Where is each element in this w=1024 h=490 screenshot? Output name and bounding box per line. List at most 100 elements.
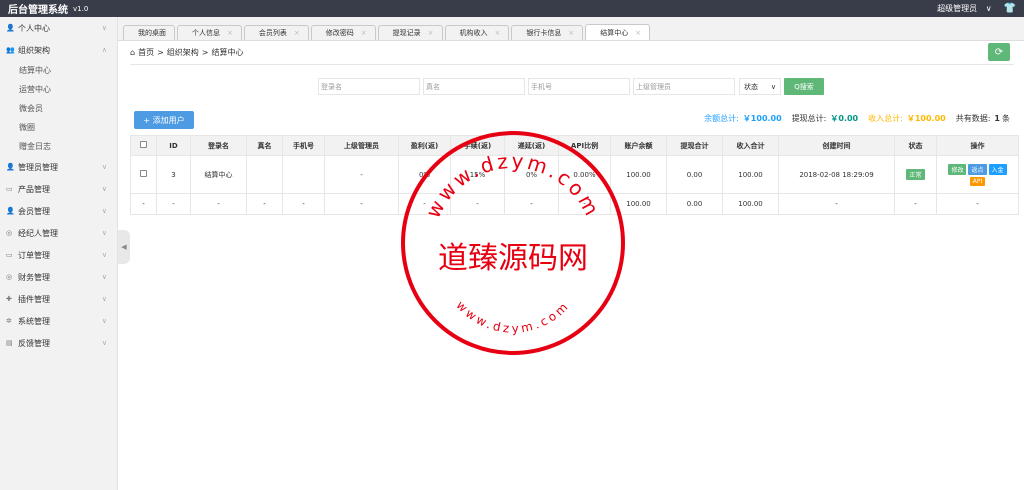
broker-icon: ◎ — [6, 229, 13, 237]
close-icon[interactable]: × — [495, 29, 501, 37]
column-header: 手续(返) — [450, 135, 505, 156]
admin-icon: 👤 — [6, 163, 15, 171]
breadcrumb-current: 结算中心 — [211, 47, 244, 57]
close-icon[interactable]: × — [428, 29, 434, 37]
sidebar-collapse-handle[interactable]: ◀ — [118, 230, 130, 264]
sidebar-subitem-micro-circle[interactable]: 微圈 — [0, 118, 117, 137]
plugin-icon: ✚ — [6, 295, 12, 303]
row-checkbox[interactable] — [140, 170, 147, 177]
summary-cell: - — [894, 193, 937, 215]
summary-cell: - — [558, 193, 611, 215]
tab-change-password[interactable]: 修改密码 × — [310, 25, 376, 40]
summary-cell: - — [504, 193, 559, 215]
sidebar-item-label: 个人中心 — [18, 23, 50, 33]
summary-cell: - — [450, 193, 505, 215]
record-count-value: 1 — [994, 114, 1000, 123]
select-all-checkbox[interactable] — [140, 141, 147, 148]
tab-institution-income[interactable]: 机构收入 × — [444, 25, 510, 40]
column-header: 创建时间 — [778, 135, 895, 156]
balance-total-value: ￥100.00 — [742, 114, 782, 123]
deposit-button[interactable]: 入金 — [988, 163, 1007, 175]
chevron-down-icon: ∨ — [985, 4, 992, 13]
sidebar-item-label: 系统管理 — [18, 316, 50, 326]
search-button[interactable]: Q搜索 — [784, 78, 824, 95]
chevron-down-icon: ∨ — [101, 207, 107, 215]
sidebar-item-order[interactable]: ▭ 订单管理 ∨ — [0, 244, 117, 266]
close-icon[interactable]: × — [294, 29, 300, 37]
parent-admin-input[interactable]: 上级管理员 — [633, 78, 735, 95]
product-icon: ▭ — [6, 185, 13, 193]
select-all-cell — [130, 135, 157, 156]
chevron-down-icon: ∨ — [101, 229, 107, 237]
breadcrumb-org[interactable]: 组织架构 — [167, 47, 199, 58]
summary-cell: - — [190, 193, 247, 215]
chevron-down-icon: ∨ — [101, 163, 107, 171]
close-icon[interactable]: × — [361, 29, 367, 37]
add-user-button[interactable]: + 添加用户 — [134, 111, 194, 129]
sidebar-item-label: 经纪人管理 — [18, 228, 58, 238]
app-title: 后台管理系统 — [8, 5, 68, 16]
tab-bar: 我的桌面 个人信息 × 会员列表 × 修改密码 × 提现记录 × 机构收入 × 银行卡信息… — [118, 17, 1024, 41]
sidebar-item-label: 财务管理 — [18, 272, 50, 282]
tab-personal-info[interactable]: 个人信息 × — [177, 25, 242, 40]
close-icon[interactable]: × — [568, 29, 574, 37]
sidebar-subitem-operations[interactable]: 运营中心 — [0, 80, 117, 99]
status-select[interactable]: 状态 ∨ — [739, 78, 781, 95]
breadcrumb-home[interactable]: 首页 — [138, 47, 154, 58]
withdraw-total-label: 提现总计: — [791, 114, 827, 123]
close-icon[interactable]: × — [227, 29, 233, 37]
stamp-ring-bottom-text: www.dzym.com — [454, 298, 573, 336]
sidebar-item-org[interactable]: 👥 组织架构 ∧ — [0, 39, 117, 61]
sidebar-item-product[interactable]: ▭ 产品管理 ∨ — [0, 178, 117, 200]
tab-withdraw-records[interactable]: 提现记录 × — [377, 25, 443, 40]
sidebar-subitem-micro-member[interactable]: 微会员 — [0, 99, 117, 118]
tab-settlement-center[interactable]: 结算中心 × — [585, 24, 651, 40]
tab-label: 会员列表 — [258, 29, 287, 37]
header-divider — [130, 64, 1014, 65]
cell-id: 3 — [156, 155, 191, 194]
close-icon[interactable]: × — [635, 29, 641, 37]
api-button[interactable]: API — [969, 176, 986, 186]
sidebar-subitem-settlement[interactable]: 结算中心 — [0, 61, 117, 80]
sidebar-item-personal[interactable]: 👤 个人中心 ∨ — [0, 17, 117, 39]
user-menu[interactable]: 超级管理员 ∨ — [937, 3, 991, 14]
phone-input[interactable]: 手机号 — [528, 78, 630, 95]
sidebar-item-finance[interactable]: ◎ 财务管理 ∨ — [0, 266, 117, 288]
skin-icon[interactable]: 👕 — [1004, 3, 1016, 14]
user-name: 超级管理员 — [937, 4, 978, 13]
member-icon: 👤 — [6, 207, 15, 215]
top-bar: 后台管理系统 v1.0 超级管理员 ∨ 👕 — [0, 0, 1024, 17]
rebate-button[interactable]: 返点 — [968, 163, 987, 175]
order-icon: ▭ — [6, 251, 13, 259]
record-count-unit: 条 — [1002, 114, 1010, 123]
sidebar-item-member[interactable]: 👤 会员管理 ∨ — [0, 200, 117, 222]
cell-status: 正常 — [894, 155, 937, 194]
realname-input[interactable]: 真名 — [423, 78, 525, 95]
tab-desktop[interactable]: 我的桌面 — [123, 25, 175, 40]
sidebar-item-system[interactable]: ✲ 系统管理 ∨ — [0, 310, 117, 332]
sidebar-subitem-bonus-log[interactable]: 赠金日志 — [0, 137, 117, 156]
settlement-table: ID 登录名 真名 手机号 上级管理员 盈利(返) 手续(返) 递延(返) AP… — [130, 135, 1019, 215]
tab-member-list[interactable]: 会员列表 × — [243, 25, 309, 40]
row-select-cell — [130, 155, 157, 194]
username-input[interactable]: 登录名 — [318, 78, 420, 95]
edit-button[interactable]: 修改 — [948, 163, 967, 175]
tab-label: 结算中心 — [600, 28, 629, 37]
sidebar-item-feedback[interactable]: ▤ 反馈管理 ∨ — [0, 332, 117, 354]
withdraw-total-value: ￥0.00 — [830, 114, 859, 123]
sidebar-item-plugin[interactable]: ✚ 插件管理 ∨ — [0, 288, 117, 310]
breadcrumb-separator: > — [157, 47, 164, 57]
user-icon: 👤 — [6, 24, 15, 32]
sidebar-item-broker[interactable]: ◎ 经纪人管理 ∨ — [0, 222, 117, 244]
tab-bank-card[interactable]: 银行卡信息 × — [511, 25, 584, 40]
cell-withdraw: 0.00 — [666, 155, 723, 194]
home-icon: ⌂ — [130, 47, 136, 57]
chevron-down-icon: ∨ — [101, 251, 107, 259]
record-count-label: 共有数据: — [955, 114, 991, 123]
refresh-button[interactable]: ⟳ — [988, 43, 1010, 61]
summary-cell: - — [936, 193, 1019, 215]
cell-income: 100.00 — [722, 155, 779, 194]
cell-fee: 15% — [450, 155, 505, 194]
tab-label: 提现记录 — [392, 29, 421, 37]
sidebar-item-admin[interactable]: 👤 管理员管理 ∨ — [0, 156, 117, 178]
